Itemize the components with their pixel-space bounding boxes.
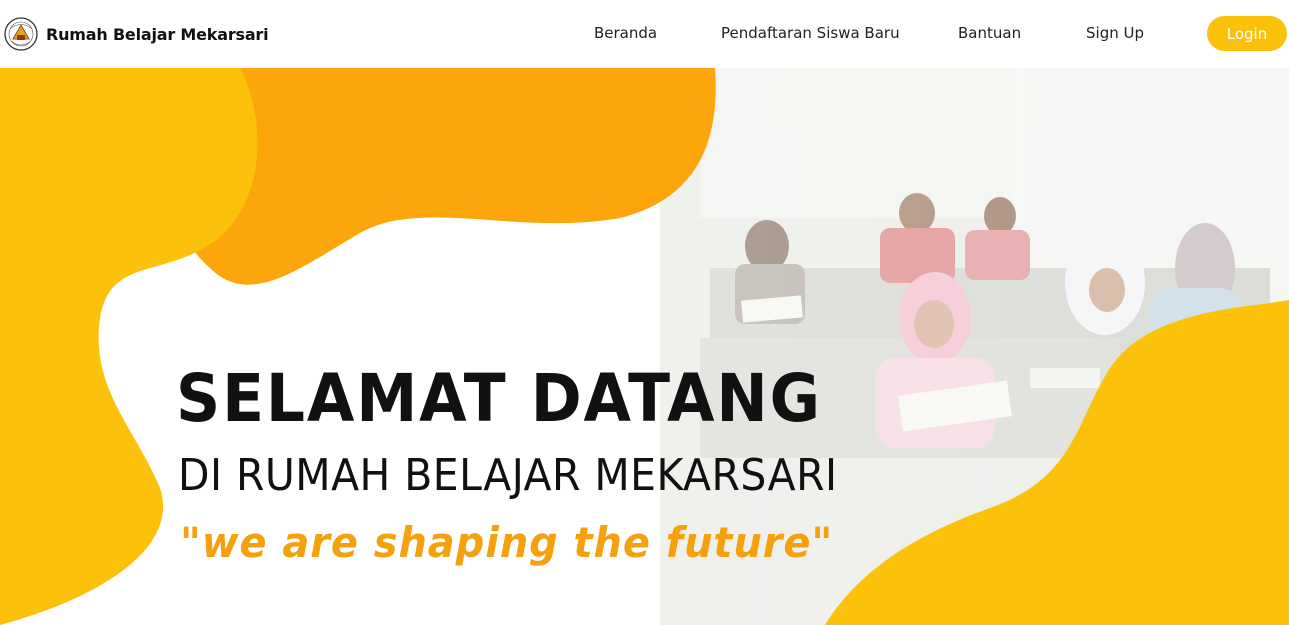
nav-link-beranda[interactable]: Beranda	[594, 24, 657, 42]
login-button[interactable]: Login	[1207, 16, 1287, 51]
hero-headline: SELAMAT DATANG	[176, 360, 822, 437]
hero-section: SELAMAT DATANG DI RUMAH BELAJAR MEKARSAR…	[0, 68, 1289, 625]
nav-link-sign-up[interactable]: Sign Up	[1086, 24, 1144, 42]
hero-subheadline: DI RUMAH BELAJAR MEKARSARI	[178, 450, 838, 501]
nav-link-pendaftaran[interactable]: Pendaftaran Siswa Baru	[721, 24, 900, 42]
brand-name: Rumah Belajar Mekarsari	[46, 24, 269, 44]
navbar: Rumah Belajar Mekarsari Beranda Pendafta…	[0, 0, 1289, 68]
hero-tagline: "we are shaping the future"	[180, 518, 834, 567]
brand[interactable]: Rumah Belajar Mekarsari	[4, 16, 269, 52]
nav-link-bantuan[interactable]: Bantuan	[958, 24, 1021, 42]
school-logo-icon	[4, 17, 38, 51]
